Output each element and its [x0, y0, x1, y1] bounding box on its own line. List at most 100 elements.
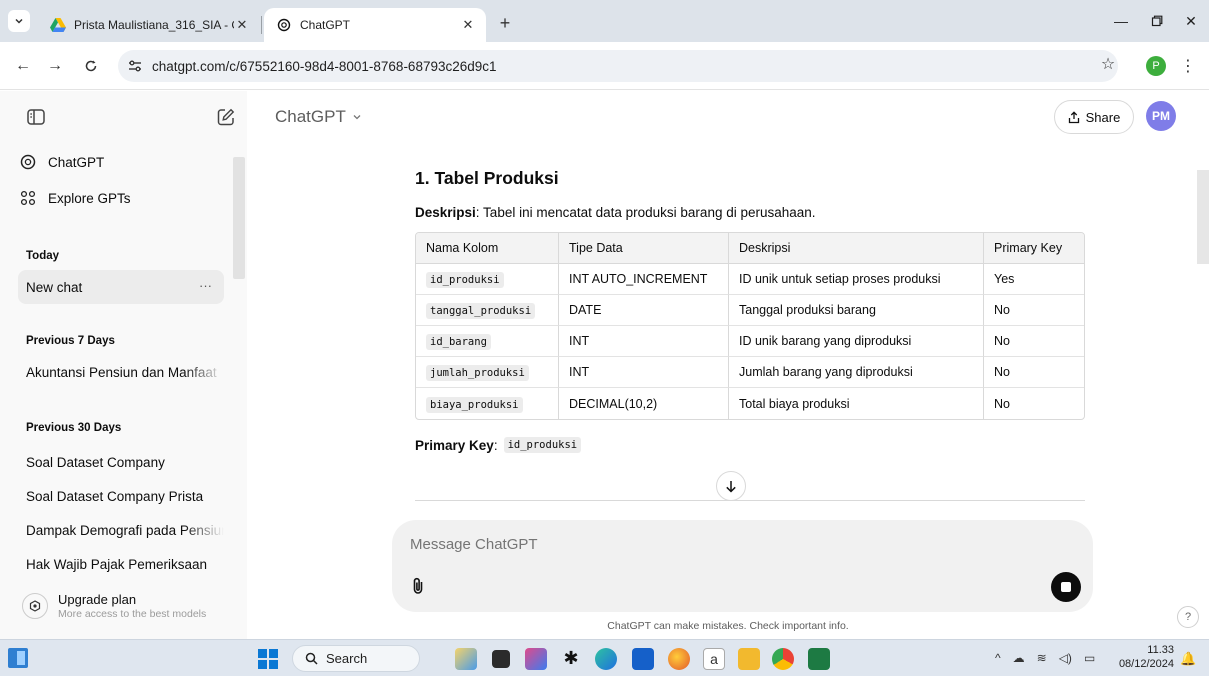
message-composer	[392, 520, 1093, 612]
user-avatar[interactable]: PM	[1146, 101, 1176, 131]
forward-button[interactable]: →	[44, 55, 66, 77]
tab-search-button[interactable]	[8, 10, 30, 32]
main-scrollbar[interactable]	[1197, 170, 1209, 264]
inline-code: id_produksi	[426, 272, 504, 288]
dropbox-icon[interactable]: ✱	[560, 648, 582, 670]
close-window-button[interactable]: ✕	[1180, 10, 1202, 32]
arrow-down-icon	[726, 480, 736, 493]
history-group-heading: Previous 7 Days	[26, 335, 115, 347]
sidebar: ChatGPT Explore GPTs Today New chat ··· …	[0, 91, 247, 639]
primary-key-label: Primary Key	[415, 437, 494, 453]
sidebar-nav-explore-gpts[interactable]: Explore GPTs	[18, 182, 230, 214]
browser-tab-drive[interactable]: Prista Maulistiana_316_SIA - Go ✕	[38, 8, 260, 42]
start-button[interactable]	[258, 649, 278, 669]
chat-history-item[interactable]: Soal Dataset Company	[18, 445, 224, 479]
browser-profile-avatar[interactable]: P	[1146, 56, 1166, 76]
share-label: Share	[1085, 109, 1121, 125]
excel-icon[interactable]	[808, 648, 830, 670]
table-row: id_barang INT ID unik barang yang diprod…	[416, 326, 1084, 357]
table-cell: No	[984, 326, 1084, 357]
inline-code: id_produksi	[503, 437, 582, 453]
history-group-heading: Previous 30 Days	[26, 422, 122, 434]
message-input[interactable]	[410, 536, 1010, 553]
help-button[interactable]: ?	[1177, 606, 1199, 628]
table-cell: Total biaya produksi	[729, 388, 984, 419]
amazon-icon[interactable]: a	[703, 648, 725, 670]
search-icon	[305, 652, 318, 665]
text-fade	[184, 355, 224, 389]
notification-bell-icon[interactable]: 🔔	[1180, 651, 1196, 667]
new-tab-button[interactable]: +	[494, 12, 516, 34]
site-info-icon[interactable]	[124, 55, 146, 77]
battery-icon[interactable]: ▭	[1084, 651, 1095, 665]
attach-file-button[interactable]	[406, 574, 430, 598]
store-icon[interactable]	[632, 648, 654, 670]
reload-button[interactable]	[80, 55, 102, 77]
address-bar[interactable]: chatgpt.com/c/67552160-98d4-8001-8768-68…	[118, 50, 1118, 82]
weather-app-icon[interactable]	[455, 648, 477, 670]
taskbar-clock[interactable]: 11.33 08/12/2024	[1119, 643, 1174, 671]
chat-history-item[interactable]: Hak Wajib Pajak Pemeriksaan	[18, 547, 224, 581]
table-cell: INT AUTO_INCREMENT	[559, 264, 729, 295]
paperclip-icon	[413, 577, 423, 594]
search-label: Search	[326, 651, 368, 666]
sidebar-nav-label: Explore GPTs	[48, 190, 131, 206]
chat-options-icon[interactable]: ···	[199, 278, 212, 293]
onedrive-icon[interactable]: ☁	[1013, 651, 1025, 665]
chat-title: Soal Dataset Company Prista	[26, 488, 204, 504]
minimize-button[interactable]: —	[1110, 10, 1132, 32]
stop-generating-button[interactable]	[1051, 572, 1081, 602]
chrome-icon[interactable]	[772, 648, 794, 670]
table-cell: jumlah_produksi	[416, 357, 559, 388]
model-selector[interactable]: ChatGPT	[275, 107, 362, 127]
inline-code: jumlah_produksi	[426, 365, 529, 381]
chat-history-item[interactable]: Akuntansi Pensiun dan Manfaat	[18, 355, 224, 389]
close-tab-icon[interactable]: ✕	[460, 17, 476, 33]
chat-history-item[interactable]: Soal Dataset Company Prista	[18, 479, 224, 513]
table-row: jumlah_produksi INT Jumlah barang yang d…	[416, 357, 1084, 388]
copilot-icon[interactable]	[525, 648, 547, 670]
volume-icon[interactable]: ◁)	[1059, 651, 1072, 665]
scroll-to-bottom-button[interactable]	[716, 471, 746, 501]
sidebar-scrollbar[interactable]	[233, 157, 245, 279]
firefox-icon[interactable]	[668, 648, 690, 670]
browser-tab-chatgpt[interactable]: ChatGPT ✕	[264, 8, 486, 42]
widgets-icon[interactable]	[8, 648, 28, 668]
toggle-sidebar-button[interactable]	[24, 105, 48, 129]
bookmark-star-icon[interactable]: ☆	[1098, 54, 1118, 74]
chat-title: Hak Wajib Pajak Pemeriksaan	[26, 556, 208, 572]
table-row: biaya_produksi DECIMAL(10,2) Total biaya…	[416, 388, 1084, 419]
task-view-icon[interactable]	[492, 650, 510, 668]
grid-icon	[18, 190, 38, 206]
table-cell: Yes	[984, 264, 1084, 295]
reload-icon	[85, 60, 97, 72]
chat-history-item[interactable]: Dampak Demografi pada Pensiun	[18, 513, 224, 547]
close-tab-icon[interactable]: ✕	[234, 17, 250, 33]
back-button[interactable]: ←	[12, 55, 34, 77]
schema-table: Nama Kolom Tipe Data Deskripsi Primary K…	[415, 232, 1085, 420]
edge-icon[interactable]	[595, 648, 617, 670]
chevron-up-icon[interactable]: ^	[995, 651, 1001, 665]
text-fade	[184, 513, 224, 547]
description-label: Deskripsi	[415, 205, 476, 220]
chat-history-item[interactable]: New chat ···	[18, 270, 224, 304]
restore-button[interactable]	[1146, 10, 1168, 32]
file-explorer-icon[interactable]	[738, 648, 760, 670]
new-chat-button[interactable]	[214, 105, 238, 129]
taskbar-search[interactable]: Search	[292, 645, 420, 672]
inline-code: biaya_produksi	[426, 396, 523, 413]
sidebar-toggle-icon	[27, 109, 45, 125]
clock-date: 08/12/2024	[1118, 658, 1174, 670]
browser-menu-icon[interactable]: ⋮	[1178, 55, 1198, 77]
wifi-icon[interactable]: ≋	[1037, 651, 1047, 665]
upgrade-plan-button[interactable]: Upgrade plan More access to the best mod…	[18, 586, 230, 626]
chevron-down-icon	[352, 112, 362, 122]
upgrade-sparkle-icon	[22, 593, 48, 619]
table-description: Deskripsi: Tabel ini mencatat data produ…	[415, 205, 816, 220]
share-button[interactable]: Share	[1054, 100, 1134, 134]
url-text: chatgpt.com/c/67552160-98d4-8001-8768-68…	[152, 58, 497, 74]
sidebar-nav-chatgpt[interactable]: ChatGPT	[18, 146, 230, 178]
tab-title: Prista Maulistiana_316_SIA - Go	[74, 18, 234, 32]
chat-main: ChatGPT Share PM 1. Tabel Produksi Deskr…	[247, 91, 1209, 639]
table-cell: INT	[559, 357, 729, 388]
